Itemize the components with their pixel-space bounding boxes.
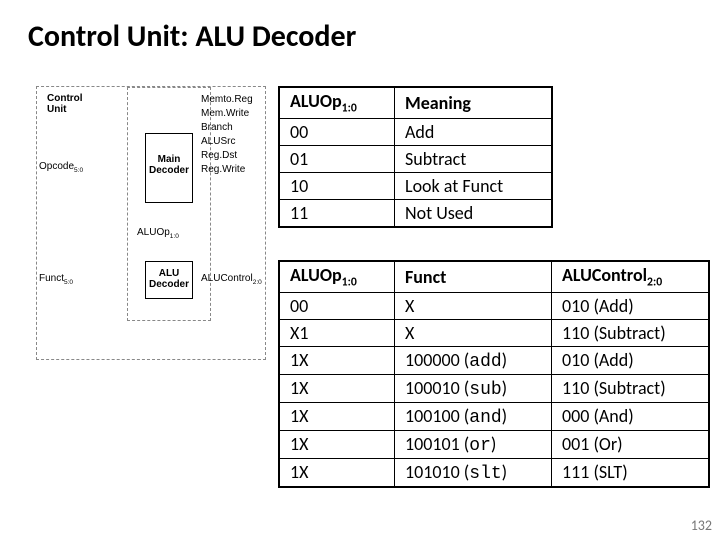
table-cell: 1X	[279, 458, 395, 487]
aluop-label: ALUOp1:0	[137, 227, 179, 240]
signal-regwrite: Reg.Write	[201, 163, 253, 177]
page-number: 132	[691, 517, 712, 534]
table-cell: 100010 (sub)	[395, 374, 552, 402]
signal-alusrc: ALUSrc	[201, 135, 253, 149]
table-cell: 110 (Subtract)	[552, 319, 710, 346]
opcode-label: Opcode5:0	[39, 161, 83, 174]
table-cell: 1X	[279, 346, 395, 374]
table-cell: 1X	[279, 402, 395, 430]
table-cell: 010 (Add)	[552, 292, 710, 319]
table-cell: 1X	[279, 374, 395, 402]
signal-regdst: Reg.Dst	[201, 149, 253, 163]
table-cell: 00	[279, 118, 395, 145]
table-cell: X	[395, 319, 552, 346]
table-cell: 10	[279, 172, 395, 199]
decoder-signals: Memto.Reg Mem.Write Branch ALUSrc Reg.Ds…	[201, 93, 253, 177]
table-cell: 101010 (slt)	[395, 458, 552, 487]
table-cell: Look at Funct	[395, 172, 553, 199]
table-cell: 000 (And)	[552, 402, 710, 430]
table-cell: 1X	[279, 430, 395, 458]
table-cell: 11	[279, 199, 395, 227]
signal-branch: Branch	[201, 121, 253, 135]
table-cell: 111 (SLT)	[552, 458, 710, 487]
aluctrl-label: ALUControl2:0	[201, 273, 262, 286]
table-cell: Add	[395, 118, 553, 145]
table-cell: 100101 (or)	[395, 430, 552, 458]
table-cell: 001 (Or)	[552, 430, 710, 458]
t2-h3: ALUControl2:0	[552, 261, 710, 292]
t2-h2: Funct	[395, 261, 552, 292]
table-cell: 100000 (add)	[395, 346, 552, 374]
control-unit-label: Control Unit	[47, 93, 83, 115]
table-cell: X	[395, 292, 552, 319]
aluop-funct-table: ALUOp1:0 Funct ALUControl2:0 00X010 (Add…	[278, 260, 710, 488]
alu-decoder-box: ALU Decoder	[145, 261, 193, 299]
table-cell: 00	[279, 292, 395, 319]
signal-memtoreg: Memto.Reg	[201, 93, 253, 107]
table-cell: 01	[279, 145, 395, 172]
table-cell: 010 (Add)	[552, 346, 710, 374]
table-cell: Not Used	[395, 199, 553, 227]
table-cell: 110 (Subtract)	[552, 374, 710, 402]
table-cell: 100100 (and)	[395, 402, 552, 430]
t1-h1: ALUOp1:0	[279, 87, 395, 118]
control-unit-diagram: Control Unit Main Decoder ALU Decoder Op…	[36, 86, 266, 360]
table-cell: Subtract	[395, 145, 553, 172]
aluop-meaning-table: ALUOp1:0 Meaning 00Add 01Subtract 10Look…	[278, 86, 553, 228]
t1-h2: Meaning	[395, 87, 553, 118]
funct-label: Funct5:0	[39, 273, 73, 286]
table-cell: X1	[279, 319, 395, 346]
signal-memwrite: Mem.Write	[201, 107, 253, 121]
main-decoder-box: Main Decoder	[145, 133, 193, 203]
page-title: Control Unit: ALU Decoder	[28, 18, 356, 55]
t2-h1: ALUOp1:0	[279, 261, 395, 292]
